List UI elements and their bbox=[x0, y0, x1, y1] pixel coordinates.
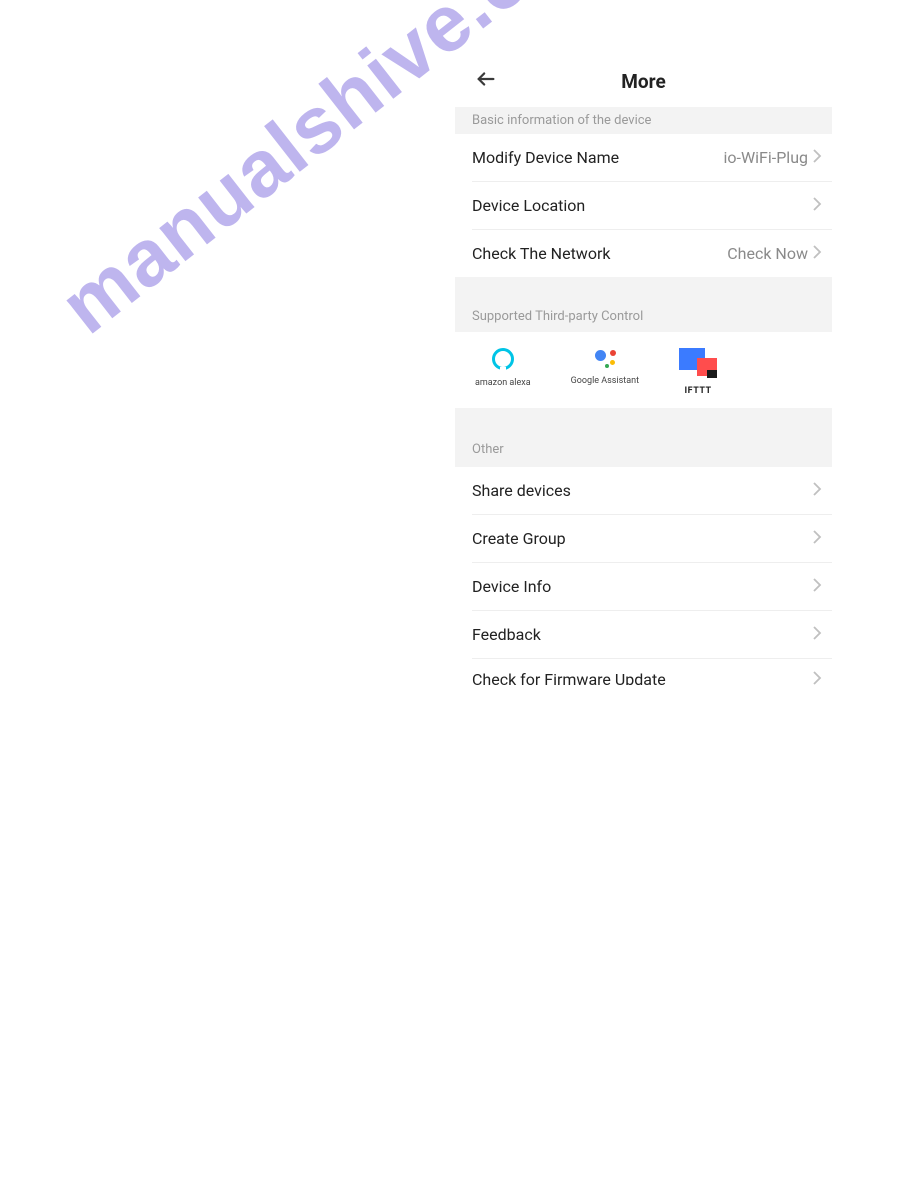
row-firmware-update[interactable]: Check for Firmware Update bbox=[472, 659, 832, 685]
item-value: io-WiFi-Plug bbox=[724, 148, 808, 167]
ifttt-icon bbox=[679, 348, 717, 378]
chevron-right-icon bbox=[812, 148, 822, 167]
item-label: Check for Firmware Update bbox=[472, 670, 666, 686]
header-bar: More bbox=[455, 55, 832, 107]
chevron-right-icon bbox=[812, 481, 822, 500]
chevron-right-icon bbox=[812, 670, 822, 686]
third-party-row: amazon alexa Google Assistant IFTTT bbox=[455, 332, 832, 408]
section-header-other: Other bbox=[455, 408, 832, 467]
chevron-right-icon bbox=[812, 196, 822, 215]
item-label: Share devices bbox=[472, 481, 571, 500]
row-check-network[interactable]: Check The Network Check Now bbox=[472, 230, 832, 277]
item-label: Modify Device Name bbox=[472, 148, 619, 167]
row-device-location[interactable]: Device Location bbox=[472, 182, 832, 230]
third-party-label: amazon alexa bbox=[475, 378, 531, 388]
section-header-third-party: Supported Third-party Control bbox=[455, 277, 832, 332]
chevron-right-icon bbox=[812, 529, 822, 548]
page-title: More bbox=[621, 70, 665, 93]
row-share-devices[interactable]: Share devices bbox=[472, 467, 832, 515]
row-modify-device-name[interactable]: Modify Device Name io-WiFi-Plug bbox=[472, 134, 832, 182]
row-create-group[interactable]: Create Group bbox=[472, 515, 832, 563]
alexa-icon bbox=[492, 348, 514, 370]
third-party-google-assistant[interactable]: Google Assistant bbox=[571, 348, 639, 396]
chevron-right-icon bbox=[812, 244, 822, 263]
chevron-right-icon bbox=[812, 625, 822, 644]
app-settings-screen: More Basic information of the device Mod… bbox=[455, 55, 832, 691]
item-label: Device Info bbox=[472, 577, 551, 596]
row-device-info[interactable]: Device Info bbox=[472, 563, 832, 611]
item-label: Device Location bbox=[472, 196, 585, 215]
third-party-alexa[interactable]: amazon alexa bbox=[475, 348, 531, 396]
third-party-ifttt[interactable]: IFTTT bbox=[679, 348, 717, 396]
item-label: Check The Network bbox=[472, 244, 610, 263]
third-party-label: Google Assistant bbox=[571, 376, 639, 386]
row-feedback[interactable]: Feedback bbox=[472, 611, 832, 659]
third-party-label: IFTTT bbox=[685, 386, 712, 396]
section-header-basic-info: Basic information of the device bbox=[455, 107, 832, 134]
item-label: Create Group bbox=[472, 529, 566, 548]
google-assistant-icon bbox=[593, 348, 617, 368]
item-value: Check Now bbox=[727, 244, 808, 263]
chevron-right-icon bbox=[812, 577, 822, 596]
item-label: Feedback bbox=[472, 625, 541, 644]
back-icon[interactable] bbox=[475, 68, 497, 94]
